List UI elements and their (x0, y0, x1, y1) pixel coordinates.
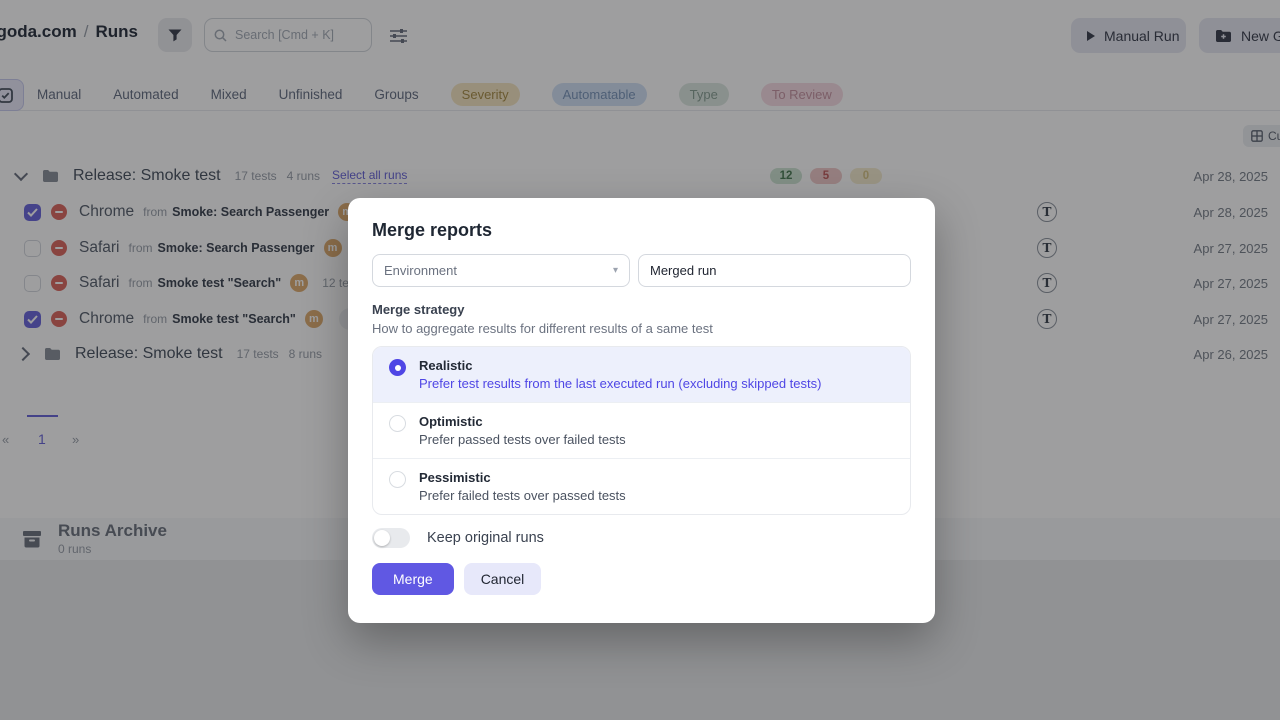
modal-title: Merge reports (372, 220, 911, 241)
strategy-option-optimistic[interactable]: Optimistic Prefer passed tests over fail… (373, 402, 910, 458)
option-description: Prefer passed tests over failed tests (419, 432, 894, 447)
merge-strategy-label: Merge strategy (372, 302, 911, 317)
toggle-knob (374, 530, 390, 546)
merge-reports-modal: Merge reports Environment ▾ Merge strate… (348, 198, 935, 623)
modal-controls: Environment ▾ (372, 254, 911, 287)
strategy-options: Realistic Prefer test results from the l… (372, 346, 911, 515)
option-name: Pessimistic (419, 470, 894, 485)
strategy-option-realistic[interactable]: Realistic Prefer test results from the l… (373, 347, 910, 402)
strategy-option-pessimistic[interactable]: Pessimistic Prefer failed tests over pas… (373, 458, 910, 514)
option-description: Prefer failed tests over passed tests (419, 488, 894, 503)
modal-actions: Merge Cancel (372, 563, 911, 595)
option-description: Prefer test results from the last execut… (419, 376, 894, 391)
radio-selected-icon[interactable] (389, 359, 406, 376)
option-name: Realistic (419, 358, 894, 373)
app-window: agoda.com/Runs Manual Run (0, 0, 1280, 720)
merge-button[interactable]: Merge (372, 563, 454, 595)
merge-strategy-hint: How to aggregate results for different r… (372, 321, 911, 336)
keep-original-label: Keep original runs (427, 530, 544, 546)
radio-unselected-icon[interactable] (389, 415, 406, 432)
merged-run-name-input[interactable] (638, 254, 911, 287)
chevron-down-icon: ▾ (613, 265, 618, 276)
environment-select-value: Environment (384, 263, 457, 278)
option-name: Optimistic (419, 414, 894, 429)
keep-original-toggle[interactable] (372, 528, 410, 548)
radio-unselected-icon[interactable] (389, 471, 406, 488)
environment-select[interactable]: Environment ▾ (372, 254, 630, 287)
keep-original-row: Keep original runs (372, 528, 911, 548)
cancel-button[interactable]: Cancel (464, 563, 542, 595)
